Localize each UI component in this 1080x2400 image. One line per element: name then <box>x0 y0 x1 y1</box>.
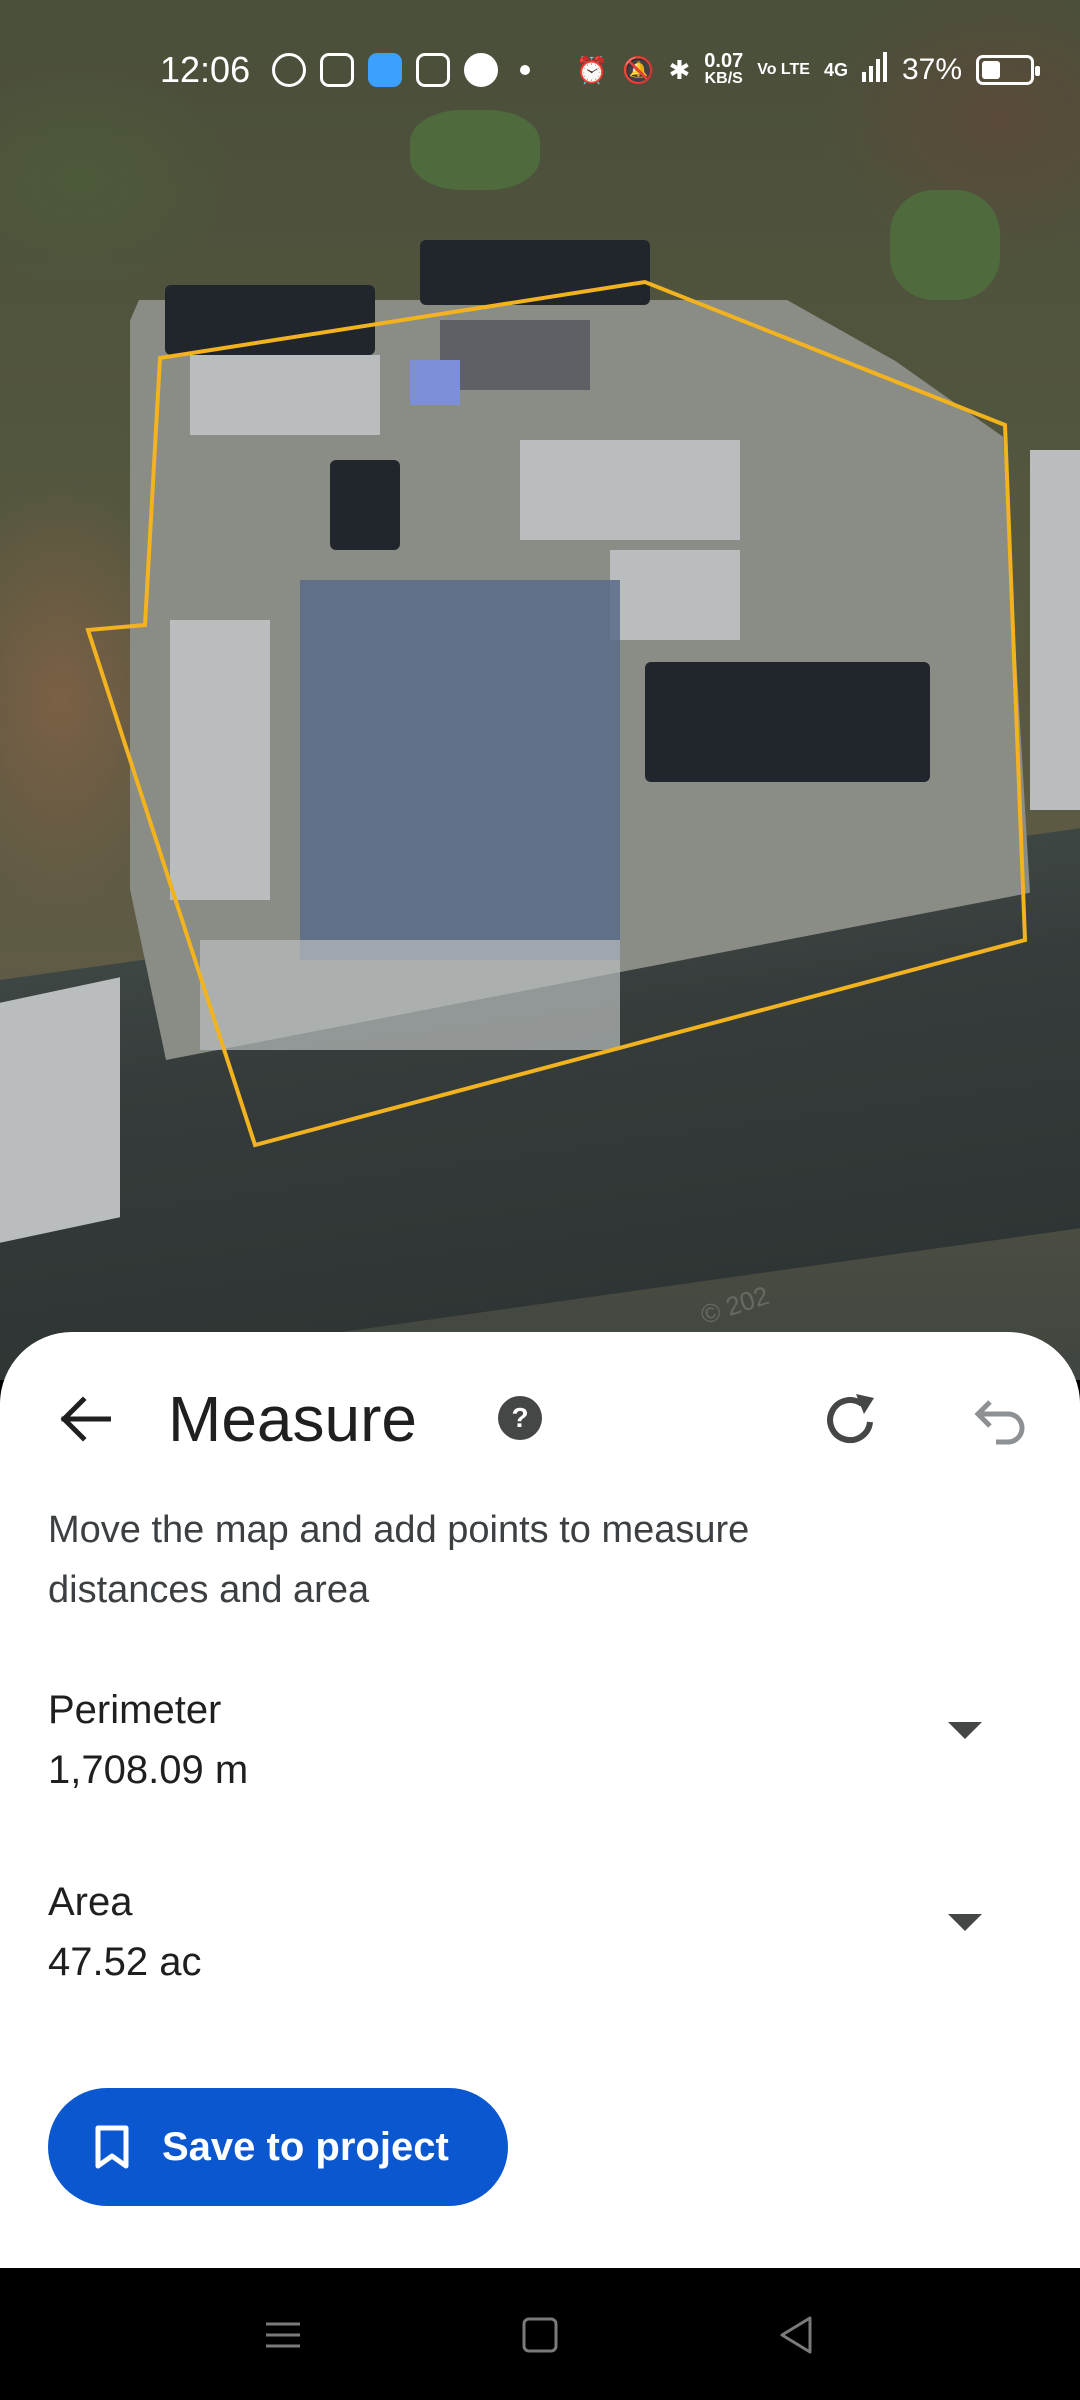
dot-icon <box>520 65 530 75</box>
undo-button[interactable] <box>966 1388 1030 1452</box>
area-row[interactable]: Area 47.52 ac <box>48 1880 1032 2010</box>
perimeter-label: Perimeter <box>48 1688 222 1732</box>
back-button[interactable] <box>50 1384 120 1454</box>
app-icon <box>368 53 402 87</box>
status-right: ⏰ 🔕 ✱ 0.07 KB/S Vo LTE 4G 37% <box>575 50 1040 89</box>
chevron-down-icon[interactable] <box>948 1722 982 1739</box>
network-type: 4G <box>823 59 848 80</box>
signal-icon <box>861 51 888 89</box>
alarm-icon: ⏰ <box>575 54 609 85</box>
status-bar: 12:06 ⏰ 🔕 ✱ 0.07 KB/S Vo LTE 4G 37% <box>0 40 1080 100</box>
menu-icon[interactable] <box>258 2310 308 2360</box>
map-view[interactable]: © 202 <box>0 0 1080 1380</box>
instagram-icon <box>320 53 354 87</box>
area-label: Area <box>48 1880 133 1924</box>
measure-outline <box>85 279 1028 1148</box>
home-icon[interactable] <box>515 2310 565 2360</box>
phone-icon <box>464 53 498 87</box>
area-value: 47.52 ac <box>48 1940 202 1984</box>
bluetooth-icon: ✱ <box>668 54 691 85</box>
help-icon: ? <box>511 1402 529 1433</box>
measure-hint: Move the map and add points to measure d… <box>48 1509 750 1611</box>
perimeter-row[interactable]: Perimeter 1,708.09 m <box>48 1688 1032 1818</box>
mute-icon: 🔕 <box>622 54 655 85</box>
page-title: Measure <box>168 1383 417 1455</box>
battery-icon <box>976 55 1040 85</box>
measure-panel: Measure ? Move the map and add points to… <box>0 1332 1080 2268</box>
system-nav-bar <box>0 2268 1080 2400</box>
redo-icon <box>827 1394 874 1444</box>
net-speed: 0.07 KB/S <box>704 50 744 87</box>
volte-badge: Vo LTE <box>757 61 810 78</box>
back-icon[interactable] <box>772 2310 822 2360</box>
calculator-icon <box>416 53 450 87</box>
save-button-label: Save to project <box>162 2124 449 2169</box>
arrow-left-icon <box>60 1396 111 1442</box>
help-button[interactable]: ? <box>498 1396 542 1440</box>
bookmark-icon <box>95 2125 129 2169</box>
notification-icons <box>272 53 538 87</box>
undo-icon <box>974 1400 1025 1445</box>
save-to-project-button[interactable]: Save to project <box>48 2088 508 2206</box>
battery-level: 37% <box>901 53 962 86</box>
perimeter-value: 1,708.09 m <box>48 1748 249 1792</box>
status-time: 12:06 <box>160 49 251 90</box>
redo-button[interactable] <box>820 1388 884 1452</box>
whatsapp-icon <box>272 53 306 87</box>
chevron-down-icon[interactable] <box>948 1914 982 1931</box>
